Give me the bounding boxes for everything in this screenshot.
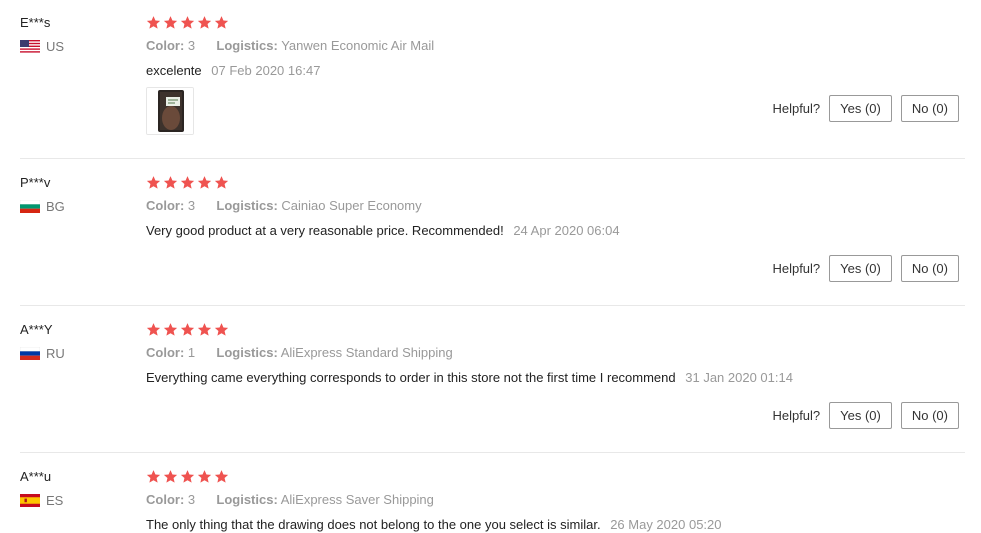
reviewer-country: ES bbox=[20, 493, 63, 508]
review-photo-image bbox=[147, 88, 193, 134]
order-info: Color: 3 Logistics: Yanwen Economic Air … bbox=[146, 38, 434, 53]
helpful-no-button[interactable]: No (0) bbox=[900, 95, 959, 122]
review-item: E***s US Color: 3 Logistics: Yanwen Econ… bbox=[0, 15, 981, 158]
review-divider bbox=[20, 452, 965, 453]
star-icon bbox=[163, 470, 178, 483]
us-flag-icon bbox=[20, 40, 40, 53]
logistics-label: Logistics: bbox=[216, 345, 278, 360]
star-icon bbox=[197, 176, 212, 189]
helpful-controls: Helpful? Yes (0) No (0) bbox=[772, 402, 959, 429]
star-icon bbox=[214, 323, 229, 336]
helpful-controls: Helpful? Yes (0) No (0) bbox=[772, 95, 959, 122]
star-rating bbox=[146, 15, 229, 31]
star-icon bbox=[163, 16, 178, 29]
color-value: 3 bbox=[187, 198, 196, 213]
helpful-no-button[interactable]: No (0) bbox=[900, 402, 959, 429]
helpful-label: Helpful? bbox=[772, 101, 821, 116]
country-code: US bbox=[46, 39, 65, 54]
helpful-yes-button[interactable]: Yes (0) bbox=[829, 95, 892, 122]
star-rating bbox=[146, 469, 229, 485]
helpful-label: Helpful? bbox=[772, 261, 821, 276]
color-label: Color: bbox=[146, 38, 185, 53]
color-value: 3 bbox=[187, 38, 196, 53]
star-icon bbox=[146, 470, 161, 483]
logistics-value: AliExpress Saver Shipping bbox=[280, 492, 434, 507]
color-label: Color: bbox=[146, 492, 185, 507]
star-icon bbox=[163, 176, 178, 189]
reviewer-name: A***u bbox=[20, 469, 52, 484]
es-flag-icon bbox=[20, 494, 40, 507]
logistics-value: AliExpress Standard Shipping bbox=[280, 345, 453, 360]
review-item: P***v BG Color: 3 Logistics: Cainiao Sup… bbox=[0, 175, 981, 305]
ru-flag-icon bbox=[20, 347, 40, 360]
review-date: 07 Feb 2020 16:47 bbox=[211, 63, 321, 78]
review-divider bbox=[20, 158, 965, 159]
review-divider bbox=[20, 305, 965, 306]
reviewer-name: A***Y bbox=[20, 322, 53, 337]
star-icon bbox=[146, 176, 161, 189]
helpful-label: Helpful? bbox=[772, 408, 821, 423]
reviewer-country: US bbox=[20, 39, 64, 54]
review-text: excelente 07 Feb 2020 16:47 bbox=[146, 63, 320, 78]
logistics-label: Logistics: bbox=[216, 38, 278, 53]
review-content: excelente bbox=[146, 63, 202, 78]
star-icon bbox=[214, 470, 229, 483]
helpful-no-button[interactable]: No (0) bbox=[900, 255, 959, 282]
star-icon bbox=[197, 470, 212, 483]
star-rating bbox=[146, 322, 229, 338]
review-photo-thumbnail[interactable] bbox=[146, 87, 194, 135]
star-icon bbox=[197, 16, 212, 29]
review-content: The only thing that the drawing does not… bbox=[146, 517, 601, 532]
star-rating bbox=[146, 175, 229, 191]
star-icon bbox=[180, 470, 195, 483]
color-value: 3 bbox=[187, 492, 196, 507]
star-icon bbox=[146, 323, 161, 336]
star-icon bbox=[214, 16, 229, 29]
review-text: Very good product at a very reasonable p… bbox=[146, 223, 620, 238]
helpful-yes-button[interactable]: Yes (0) bbox=[829, 255, 892, 282]
review-text: Everything came everything corresponds t… bbox=[146, 370, 793, 385]
review-item: A***u ES Color: 3 Logistics: AliExpress … bbox=[0, 469, 981, 533]
logistics-value: Cainiao Super Economy bbox=[281, 198, 422, 213]
reviewer-name: P***v bbox=[20, 175, 51, 190]
country-code: ES bbox=[46, 493, 64, 508]
star-icon bbox=[197, 323, 212, 336]
review-date: 31 Jan 2020 01:14 bbox=[685, 370, 793, 385]
star-icon bbox=[180, 16, 195, 29]
reviewer-country: RU bbox=[20, 346, 65, 361]
review-date: 26 May 2020 05:20 bbox=[610, 517, 722, 532]
logistics-label: Logistics: bbox=[216, 198, 278, 213]
order-info: Color: 3 Logistics: Cainiao Super Econom… bbox=[146, 198, 422, 213]
review-item: A***Y RU Color: 1 Logistics: AliExpress … bbox=[0, 322, 981, 452]
logistics-value: Yanwen Economic Air Mail bbox=[281, 38, 435, 53]
review-content: Everything came everything corresponds t… bbox=[146, 370, 676, 385]
helpful-yes-button[interactable]: Yes (0) bbox=[829, 402, 892, 429]
star-icon bbox=[180, 323, 195, 336]
bg-flag-icon bbox=[20, 200, 40, 213]
review-content: Very good product at a very reasonable p… bbox=[146, 223, 504, 238]
color-label: Color: bbox=[146, 345, 185, 360]
order-info: Color: 3 Logistics: AliExpress Saver Shi… bbox=[146, 492, 434, 507]
helpful-controls: Helpful? Yes (0) No (0) bbox=[772, 255, 959, 282]
star-icon bbox=[163, 323, 178, 336]
reviewer-country: BG bbox=[20, 199, 65, 214]
review-text: The only thing that the drawing does not… bbox=[146, 517, 722, 532]
logistics-label: Logistics: bbox=[216, 492, 278, 507]
order-info: Color: 1 Logistics: AliExpress Standard … bbox=[146, 345, 453, 360]
reviewer-name: E***s bbox=[20, 15, 51, 30]
review-date: 24 Apr 2020 06:04 bbox=[513, 223, 620, 238]
star-icon bbox=[180, 176, 195, 189]
star-icon bbox=[146, 16, 161, 29]
color-value: 1 bbox=[187, 345, 196, 360]
star-icon bbox=[214, 176, 229, 189]
country-code: BG bbox=[46, 199, 65, 214]
country-code: RU bbox=[46, 346, 65, 361]
color-label: Color: bbox=[146, 198, 185, 213]
